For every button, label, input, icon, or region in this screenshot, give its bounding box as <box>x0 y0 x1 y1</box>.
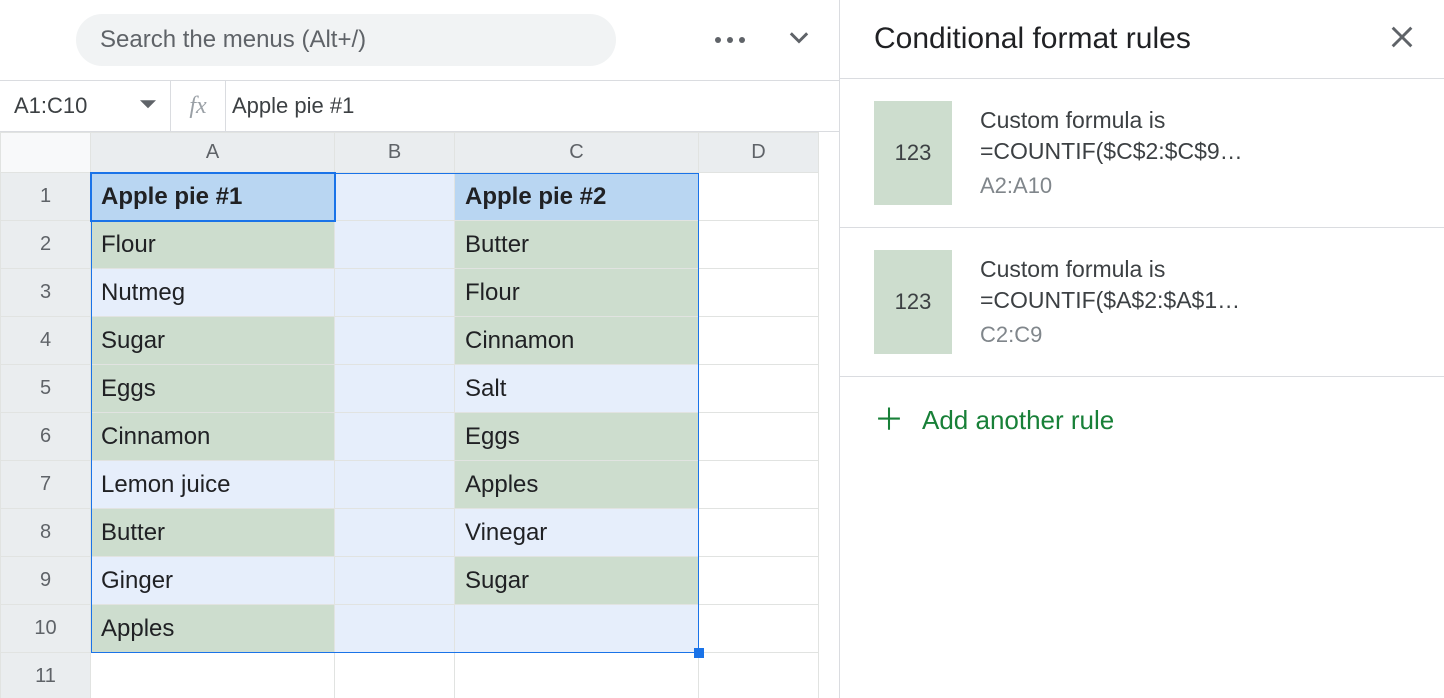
row-header-8[interactable]: 8 <box>1 509 91 557</box>
row-header-1[interactable]: 1 <box>1 173 91 221</box>
format-rule-1[interactable]: 123 Custom formula is =COUNTIF($C$2:$C$9… <box>840 79 1444 228</box>
cell-D3[interactable] <box>699 269 819 317</box>
cell-C2[interactable]: Butter <box>455 221 699 269</box>
row-header-2[interactable]: 2 <box>1 221 91 269</box>
cell-D10[interactable] <box>699 605 819 653</box>
column-header-A[interactable]: A <box>91 133 335 173</box>
cell-D5[interactable] <box>699 365 819 413</box>
cell-B11[interactable] <box>335 653 455 698</box>
cell-C11[interactable] <box>455 653 699 698</box>
row-header-7[interactable]: 7 <box>1 461 91 509</box>
selection-handle[interactable] <box>694 648 704 658</box>
cell-B9[interactable] <box>335 557 455 605</box>
cell-A8[interactable]: Butter <box>91 509 335 557</box>
rule-range: A2:A10 <box>980 173 1243 199</box>
rule-type: Custom formula is <box>980 256 1240 283</box>
rule-formula: =COUNTIF($A$2:$A$1… <box>980 287 1240 314</box>
menu-search-input[interactable]: Search the menus (Alt+/) <box>76 14 616 66</box>
rule-swatch: 123 <box>874 250 952 354</box>
cell-A5[interactable]: Eggs <box>91 365 335 413</box>
formula-bar: A1:C10 fx Apple pie #1 <box>0 80 839 132</box>
cell-B10[interactable] <box>335 605 455 653</box>
rule-swatch: 123 <box>874 101 952 205</box>
cell-A7[interactable]: Lemon juice <box>91 461 335 509</box>
select-all-corner[interactable] <box>1 133 91 173</box>
chevron-down-icon[interactable] <box>785 24 813 57</box>
cell-D6[interactable] <box>699 413 819 461</box>
cell-D7[interactable] <box>699 461 819 509</box>
cell-C10[interactable] <box>455 605 699 653</box>
cell-D8[interactable] <box>699 509 819 557</box>
row-header-9[interactable]: 9 <box>1 557 91 605</box>
cell-A11[interactable] <box>91 653 335 698</box>
cell-D4[interactable] <box>699 317 819 365</box>
cell-B1[interactable] <box>335 173 455 221</box>
rule-formula: =COUNTIF($C$2:$C$9… <box>980 138 1243 165</box>
cell-C1[interactable]: Apple pie #2 <box>455 173 699 221</box>
more-icon[interactable] <box>715 37 745 43</box>
rule-range: C2:C9 <box>980 322 1240 348</box>
row-header-10[interactable]: 10 <box>1 605 91 653</box>
conditional-format-panel: Conditional format rules 123 Custom form… <box>840 0 1444 698</box>
cell-B8[interactable] <box>335 509 455 557</box>
formula-input[interactable]: Apple pie #1 <box>226 93 839 119</box>
row-header-5[interactable]: 5 <box>1 365 91 413</box>
cell-C8[interactable]: Vinegar <box>455 509 699 557</box>
cell-C9[interactable]: Sugar <box>455 557 699 605</box>
cell-A10[interactable]: Apples <box>91 605 335 653</box>
row-header-6[interactable]: 6 <box>1 413 91 461</box>
cell-A6[interactable]: Cinnamon <box>91 413 335 461</box>
fx-icon: fx <box>171 93 225 120</box>
name-box-value: A1:C10 <box>14 93 87 119</box>
column-header-C[interactable]: C <box>455 133 699 173</box>
cell-C5[interactable]: Salt <box>455 365 699 413</box>
row-header-4[interactable]: 4 <box>1 317 91 365</box>
search-placeholder: Search the menus (Alt+/) <box>100 26 366 54</box>
cell-A2[interactable]: Flour <box>91 221 335 269</box>
cell-B4[interactable] <box>335 317 455 365</box>
cell-B3[interactable] <box>335 269 455 317</box>
name-box[interactable]: A1:C10 <box>0 93 170 119</box>
add-rule-button[interactable]: ＋ Add another rule <box>840 377 1444 464</box>
cell-C7[interactable]: Apples <box>455 461 699 509</box>
format-rule-2[interactable]: 123 Custom formula is =COUNTIF($A$2:$A$1… <box>840 228 1444 377</box>
row-header-11[interactable]: 11 <box>1 653 91 698</box>
toolbar: Search the menus (Alt+/) <box>0 0 839 80</box>
row-header-3[interactable]: 3 <box>1 269 91 317</box>
cell-A9[interactable]: Ginger <box>91 557 335 605</box>
spreadsheet-grid[interactable]: A B C D 1 Apple pie #1 Apple pie #2 2 Fl… <box>0 132 839 698</box>
cell-D9[interactable] <box>699 557 819 605</box>
cell-C4[interactable]: Cinnamon <box>455 317 699 365</box>
column-header-D[interactable]: D <box>699 133 819 173</box>
cell-A1[interactable]: Apple pie #1 <box>91 173 335 221</box>
caret-down-icon <box>140 93 156 119</box>
cell-B2[interactable] <box>335 221 455 269</box>
plus-icon: ＋ <box>874 406 904 436</box>
cell-C3[interactable]: Flour <box>455 269 699 317</box>
cell-B6[interactable] <box>335 413 455 461</box>
add-rule-label: Add another rule <box>922 405 1114 436</box>
cell-D1[interactable] <box>699 173 819 221</box>
column-header-B[interactable]: B <box>335 133 455 173</box>
cell-B5[interactable] <box>335 365 455 413</box>
cell-D2[interactable] <box>699 221 819 269</box>
cell-D11[interactable] <box>699 653 819 698</box>
rule-type: Custom formula is <box>980 107 1243 134</box>
cell-A4[interactable]: Sugar <box>91 317 335 365</box>
cell-A3[interactable]: Nutmeg <box>91 269 335 317</box>
cell-C6[interactable]: Eggs <box>455 413 699 461</box>
panel-title: Conditional format rules <box>874 22 1191 56</box>
cell-B7[interactable] <box>335 461 455 509</box>
close-icon[interactable] <box>1388 23 1416 56</box>
